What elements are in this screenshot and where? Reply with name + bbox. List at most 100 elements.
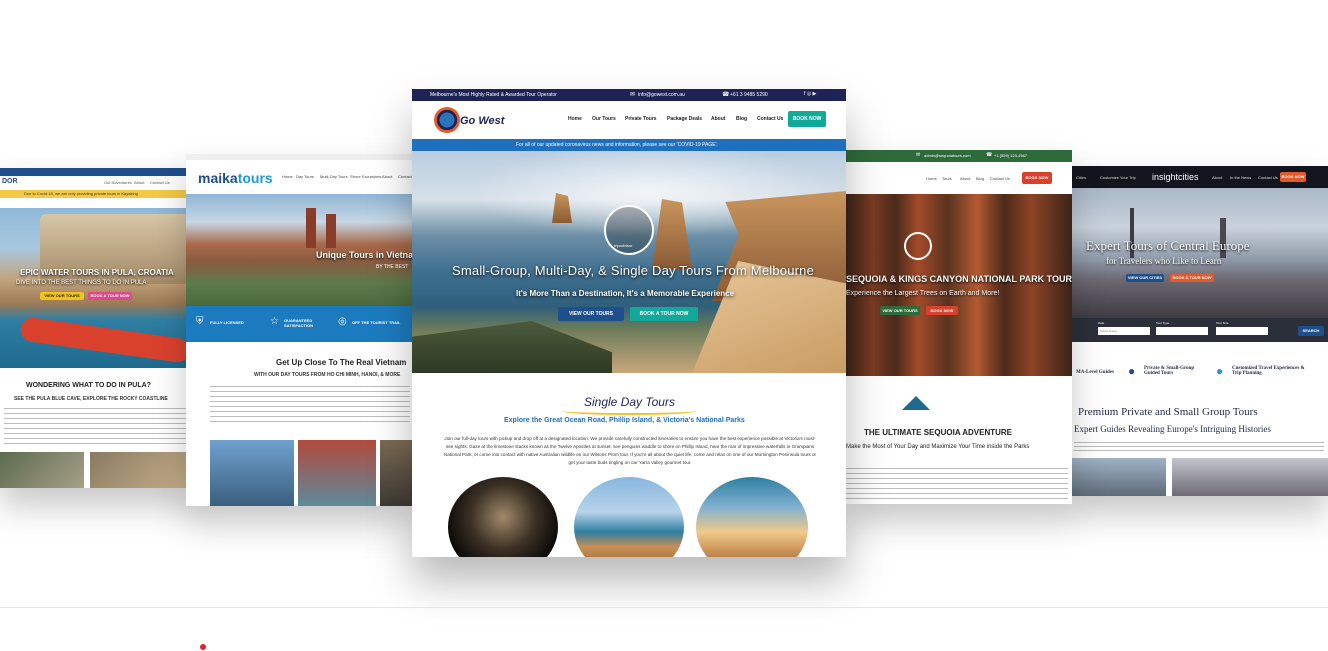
card3-hero-title: Small-Group, Multi-Day, & Single Day Tou… (452, 263, 815, 278)
card4-hero: SEQUOIA & KINGS CANYON NATIONAL PARK TOU… (846, 194, 1072, 376)
card3-nav-about[interactable]: About (711, 116, 725, 122)
card5-book-tour-button[interactable]: BOOK A TOUR NOW (1170, 274, 1214, 282)
card2-photo-3 (380, 440, 414, 506)
card2-nav-multi[interactable]: Multi-Day Tours (320, 174, 348, 179)
shield-icon: ⛨ (196, 316, 204, 327)
card5-book-now-button[interactable]: BOOK NOW (1280, 172, 1306, 182)
card2-nav-home[interactable]: Home (282, 174, 293, 179)
card5-nav-news[interactable]: In the News (1230, 175, 1251, 180)
card5-nav-cities[interactable]: Cities (1076, 175, 1086, 180)
card1-subheading: SEE THE PULA BLUE CAVE, EXPLORE THE ROCK… (14, 396, 168, 402)
card1-book-button[interactable]: BOOK A TOUR NOW (88, 292, 132, 300)
card1-heading: WONDERING WHAT TO DO IN PULA? (26, 382, 151, 389)
card4-nav-tours[interactable]: Tours (942, 176, 952, 181)
card5-hero-title: Expert Tours of Central Europe (1086, 238, 1250, 253)
card3-book-now-button[interactable]: BOOK NOW (788, 111, 826, 127)
card2-hero: Unique Tours in Vietnam BY THE BEST (186, 194, 414, 306)
card2-feature-2: GUARANTEED SATISFACTION (284, 318, 314, 328)
card3-thumb-cave[interactable] (448, 477, 558, 557)
card1-photo-1 (0, 452, 84, 488)
card4-nav-about[interactable]: About (960, 176, 970, 181)
card3-covid-text[interactable]: For all of our updated coronavirus news … (516, 142, 718, 148)
card5-tour-type-label: Tour Type (1156, 321, 1170, 325)
card5-heading: Premium Private and Small Group Tours (1078, 406, 1258, 418)
card2-nav-contact[interactable]: Contact (398, 174, 412, 179)
card3-nav-package[interactable]: Package Deals (667, 116, 702, 122)
card2-logo: maikatours (198, 170, 273, 186)
card1-nav-1[interactable]: Our Adventures (104, 180, 132, 185)
card1-hero: EPIC WATER TOURS IN PULA, CROATIA DIVE I… (0, 208, 196, 368)
card4-nav-home[interactable]: Home (926, 176, 937, 181)
card4-text-lines (846, 468, 1068, 500)
card5-date-field[interactable]: Select Dates (1098, 327, 1150, 335)
card1-nav-2[interactable]: About (134, 180, 144, 185)
card5-tour-size-label: Tour Size (1216, 321, 1229, 325)
card3-section-sub: Explore the Great Ocean Road, Phillip Is… (504, 417, 745, 424)
card2-header: maikatours Home Day Tours Multi-Day Tour… (186, 164, 414, 192)
card2-nav-day[interactable]: Day Tours (296, 174, 314, 179)
red-dot-icon (200, 644, 206, 650)
card3-book-tour-button[interactable]: BOOK A TOUR NOW (630, 307, 698, 321)
card3-hero: tripadvisor Small-Group, Multi-Day, & Si… (412, 151, 846, 373)
card3-thumb-apostles[interactable] (574, 477, 684, 557)
card5-view-cities-button[interactable]: VIEW OUR CITIES (1126, 274, 1164, 282)
website-card-pula: DOR Our Adventures About Contact Us Due … (0, 168, 196, 488)
card2-subheading: WITH OUR DAY TOURS FROM HO CHI MINH, HAN… (254, 372, 401, 378)
card2-nav-shore[interactable]: Shore Excursions (350, 174, 381, 179)
card3-nav-contact[interactable]: Contact Us (757, 116, 783, 122)
card4-nav-contact[interactable]: Contact Us (990, 176, 1010, 181)
showcase-stage: DOR Our Adventures About Contact Us Due … (0, 0, 1328, 610)
card1-view-tours-button[interactable]: VIEW OUR TOURS (40, 292, 84, 300)
card5-feature-2: Private & Small-Group Guided Tours (1144, 366, 1195, 376)
card3-wave-decoration (562, 407, 696, 415)
card4-book-button[interactable]: BOOK NOW (926, 306, 958, 315)
card2-feature-3: OFF THE TOURIST TRAIL (352, 320, 401, 325)
card2-hero-title: Unique Tours in Vietnam (316, 250, 414, 260)
card3-thumb-couple[interactable] (696, 477, 808, 557)
card4-hero-sub: Experience the Largest Trees on Earth an… (846, 290, 1000, 297)
card3-email[interactable]: info@gowest.com.au (638, 92, 685, 98)
card3-nav-tours[interactable]: Our Tours (592, 116, 616, 122)
card5-photo-2 (1172, 458, 1328, 496)
card3-nav-blog[interactable]: Blog (736, 116, 747, 122)
card4-email[interactable]: admin@sequoiatours.com (924, 153, 971, 158)
card5-nav-about[interactable]: About (1212, 175, 1222, 180)
card4-hero-title: SEQUOIA & KINGS CANYON NATIONAL PARK TOU… (846, 274, 1072, 284)
card3-phone[interactable]: +61 3 9485 5290 (730, 92, 768, 98)
card4-book-now-button[interactable]: BOOK NOW (1022, 172, 1052, 184)
card5-feature-1: MA-Level Guides (1076, 370, 1114, 375)
card3-paragraph: Join our full-day tours with pickup and … (443, 436, 817, 465)
card1-nav-3[interactable]: Contact Us (150, 180, 170, 185)
social-icons[interactable]: f ◎ ▶ (804, 91, 816, 97)
card4-nav-blog[interactable]: Blog (976, 176, 984, 181)
website-card-maika: maikatours Home Day Tours Multi-Day Tour… (186, 154, 414, 506)
card2-hero-sub: BY THE BEST (376, 264, 409, 270)
card3-topbar-text: Melbourne's Most Highly Rated & Awarded … (430, 92, 557, 98)
card2-logo-b: tours (237, 170, 273, 186)
card3-logo: Go West (460, 115, 505, 127)
card3-header: Go West Home Our Tours Private Tours Pac… (412, 101, 846, 139)
card5-photo-1 (1070, 458, 1166, 496)
star-icon: ☆ (270, 316, 279, 327)
card5-search-button[interactable]: SEARCH (1298, 326, 1324, 336)
card1-logo: DOR (2, 178, 18, 185)
card4-heading: THE ULTIMATE SEQUOIA ADVENTURE (864, 428, 1012, 437)
card5-nav-customize[interactable]: Customize Your Trip (1100, 175, 1136, 180)
card5-header: Cities Customize Your Trip insightcities… (1070, 166, 1328, 188)
card5-feature-icon-3: ● (1216, 364, 1224, 378)
card3-view-tours-button[interactable]: VIEW OUR TOURS (558, 307, 624, 321)
card3-nav-home[interactable]: Home (568, 116, 582, 122)
card5-nav-contact[interactable]: Contact Us (1258, 175, 1278, 180)
card3-nav-private[interactable]: Private Tours (625, 116, 657, 122)
card4-view-tours-button[interactable]: VIEW OUR TOURS (880, 306, 920, 315)
card2-nav-about[interactable]: About (382, 174, 392, 179)
compass-icon: ◎ (338, 316, 347, 327)
card5-tour-type-select[interactable] (1156, 327, 1208, 335)
card1-photo-2 (90, 452, 196, 488)
card5-subheading: Expert Guides Revealing Europe's Intrigu… (1074, 424, 1271, 434)
card4-badge (904, 232, 932, 260)
card4-phone[interactable]: +1 (559) 123-4567 (994, 153, 1027, 158)
card4-header: Home Tours About Blog Contact Us BOOK NO… (846, 162, 1072, 194)
card5-tour-size-select[interactable] (1216, 327, 1268, 335)
card5-search-bar: Date Select Dates Tour Type Tour Size SE… (1070, 318, 1328, 342)
